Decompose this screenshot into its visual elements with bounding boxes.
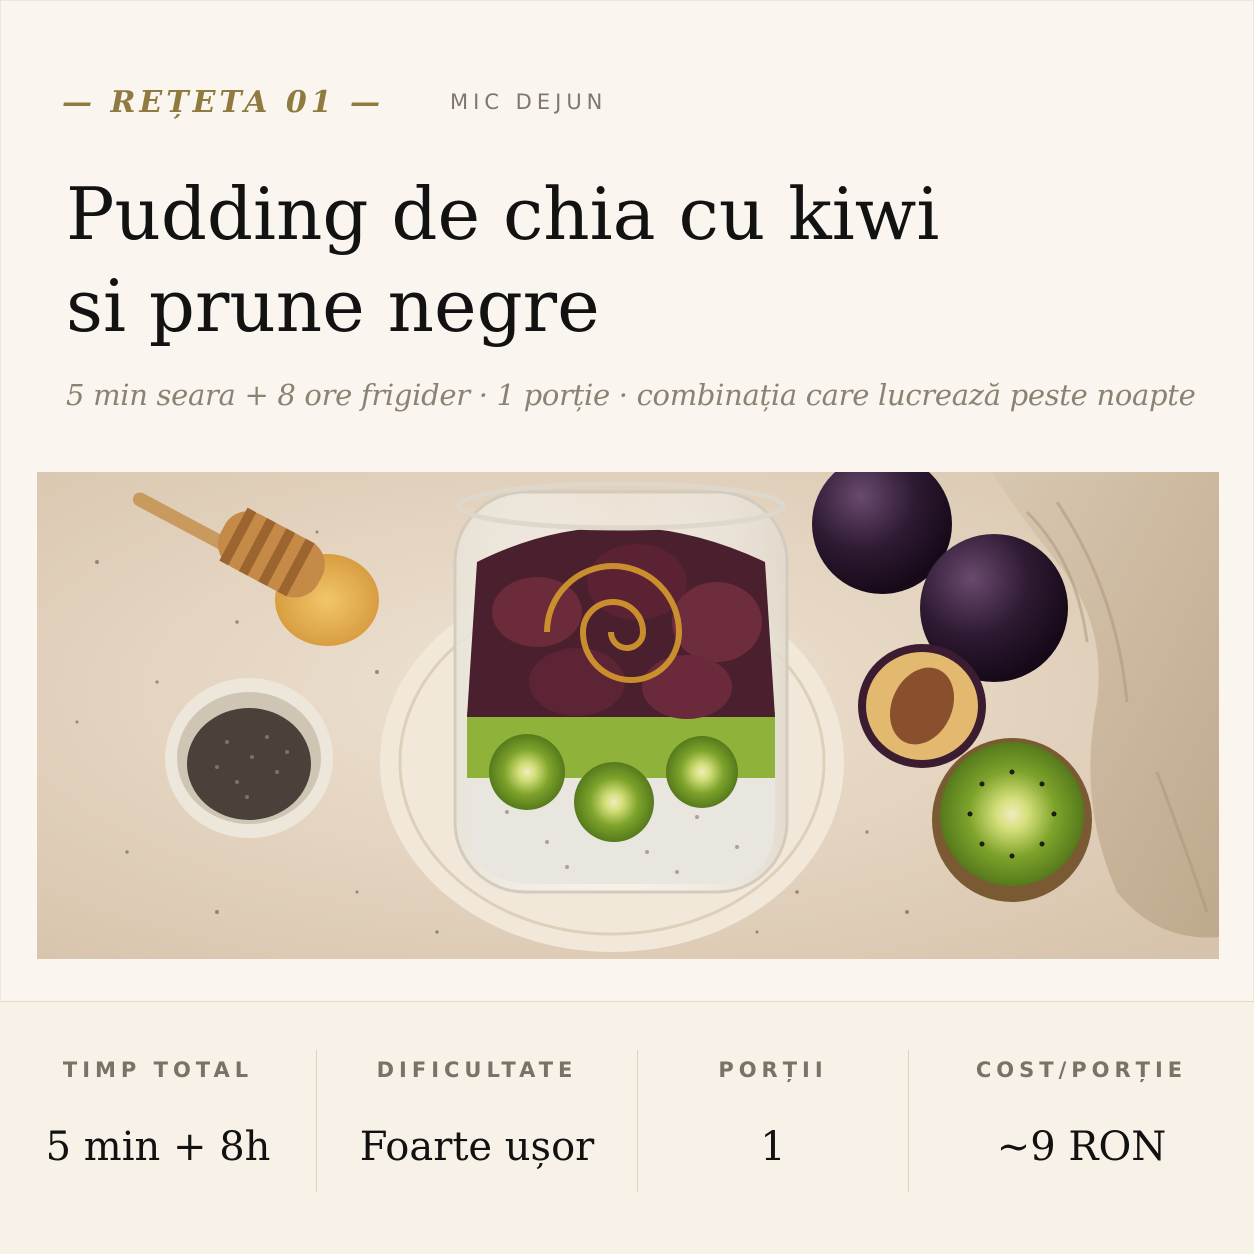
stat-total-time: TIMP TOTAL 5 min + 8h [0, 1002, 316, 1254]
recipe-card: — REȚETA 01 — MIC DEJUN Pudding de chia … [0, 0, 1254, 1254]
stat-value: ~9 RON [996, 1124, 1167, 1170]
stat-difficulty: DIFICULTATE Foarte ușor [317, 1002, 637, 1254]
recipe-photo [37, 472, 1219, 959]
title-line-1: Pudding de chia cu kiwi [66, 172, 940, 256]
stat-value: Foarte ușor [359, 1124, 595, 1170]
stat-label: TIMP TOTAL [62, 1058, 254, 1082]
recipe-number-label: — REȚETA 01 — [62, 84, 385, 120]
stat-label: DIFICULTATE [376, 1058, 578, 1082]
stat-cost-per-serving: COST/PORȚIE ~9 RON [909, 1002, 1254, 1254]
stat-label: PORȚII [718, 1058, 828, 1082]
kicker: — REȚETA 01 — MIC DEJUN [62, 82, 607, 122]
recipe-photo-illustration [37, 472, 1219, 959]
page-title: Pudding de chia cu kiwi si prune negre [66, 168, 1166, 352]
stat-label: COST/PORȚIE [975, 1058, 1188, 1082]
title-line-2: si prune negre [66, 264, 600, 348]
category-label: MIC DEJUN [450, 90, 608, 114]
stat-value: 5 min + 8h [45, 1124, 271, 1170]
stat-value: 1 [760, 1124, 786, 1170]
recipe-subtitle: 5 min seara + 8 ore frigider · 1 porție … [66, 378, 1196, 412]
stat-servings: PORȚII 1 [638, 1002, 908, 1254]
recipe-stats: TIMP TOTAL 5 min + 8h DIFICULTATE Foarte… [0, 1002, 1254, 1254]
